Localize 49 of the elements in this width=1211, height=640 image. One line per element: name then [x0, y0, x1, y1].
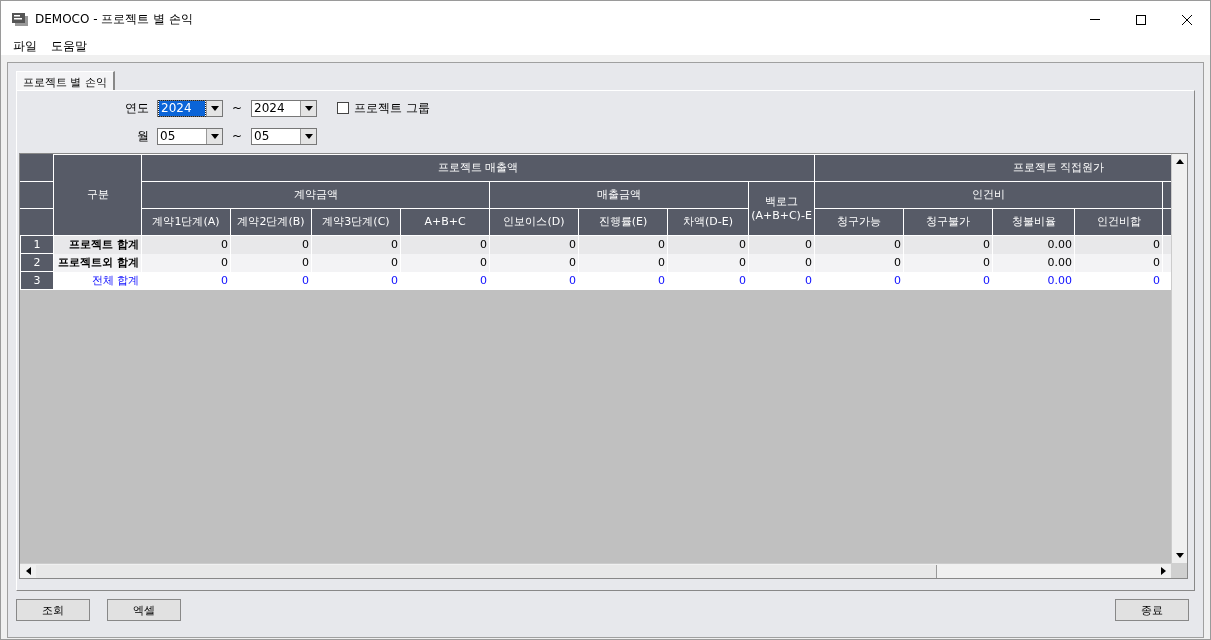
- scroll-down-icon[interactable]: [1176, 552, 1184, 559]
- dropdown-arrow-icon[interactable]: [304, 132, 313, 140]
- column-group-header: 계약금액: [141, 181, 490, 209]
- menu-item[interactable]: 파일: [13, 38, 37, 55]
- column-header: 계약3단계(C): [311, 208, 401, 236]
- column-header: 계약2단계(B): [230, 208, 312, 236]
- dropdown-arrow-icon[interactable]: [210, 104, 219, 112]
- scroll-left-icon[interactable]: [24, 567, 32, 575]
- column-header: 차액(D-E): [667, 208, 749, 236]
- app-icon: [12, 12, 29, 27]
- scroll-right-icon[interactable]: [1159, 567, 1167, 575]
- column-header: 진행률(E): [578, 208, 668, 236]
- column-header: 청불비율: [992, 208, 1075, 236]
- column-group-header: 인건비: [814, 181, 1163, 209]
- action-button[interactable]: 엑셀: [107, 599, 181, 621]
- month-label: 월: [136, 127, 150, 145]
- dropdown-arrow-icon[interactable]: [304, 104, 313, 112]
- range-separator: ~: [230, 101, 244, 115]
- scroll-up-icon[interactable]: [1176, 158, 1184, 165]
- column-group-header: 프로젝트 매출액: [141, 154, 815, 182]
- scrollbar-corner: [1171, 563, 1187, 578]
- action-button[interactable]: 종료: [1115, 599, 1189, 621]
- group-checkbox[interactable]: 프로젝트 그룹: [337, 99, 430, 117]
- year-label: 연도: [124, 99, 150, 117]
- column-header: 인보이스(D): [489, 208, 579, 236]
- column-header: 청구가능: [814, 208, 904, 236]
- dropdown-field[interactable]: 05: [157, 127, 223, 145]
- minimize-icon: [1090, 19, 1100, 20]
- close-icon: [1182, 14, 1192, 25]
- menu-item[interactable]: 도움말: [51, 38, 87, 55]
- tab[interactable]: 프로젝트 별 손익: [16, 71, 115, 90]
- column-header: A+B+C: [400, 208, 490, 236]
- action-button[interactable]: 조회: [16, 599, 90, 621]
- column-group-header: 프로젝트 직접원가: [814, 154, 1171, 182]
- dropdown-field[interactable]: 05: [251, 127, 317, 145]
- window-title: DEMOCO - 프로젝트 별 손익: [35, 11, 194, 28]
- dropdown-arrow-icon[interactable]: [210, 132, 219, 140]
- dropdown-field[interactable]: 2024: [157, 99, 223, 117]
- column-header: 인건비합: [1074, 208, 1163, 236]
- dropdown-field[interactable]: 2024: [251, 99, 317, 117]
- column-header: 계약1단계(A): [141, 208, 231, 236]
- column-group-header: 백로그 (A+B+C)-E: [748, 181, 815, 236]
- vertical-scrollbar[interactable]: [1171, 154, 1187, 563]
- column-group-header: 매출금액: [489, 181, 749, 209]
- column-header: 청구불가: [903, 208, 993, 236]
- column-header: 구분: [53, 154, 142, 236]
- horizontal-scrollbar[interactable]: [20, 563, 1171, 578]
- range-separator: ~: [230, 129, 244, 143]
- maximize-icon: [1136, 14, 1146, 25]
